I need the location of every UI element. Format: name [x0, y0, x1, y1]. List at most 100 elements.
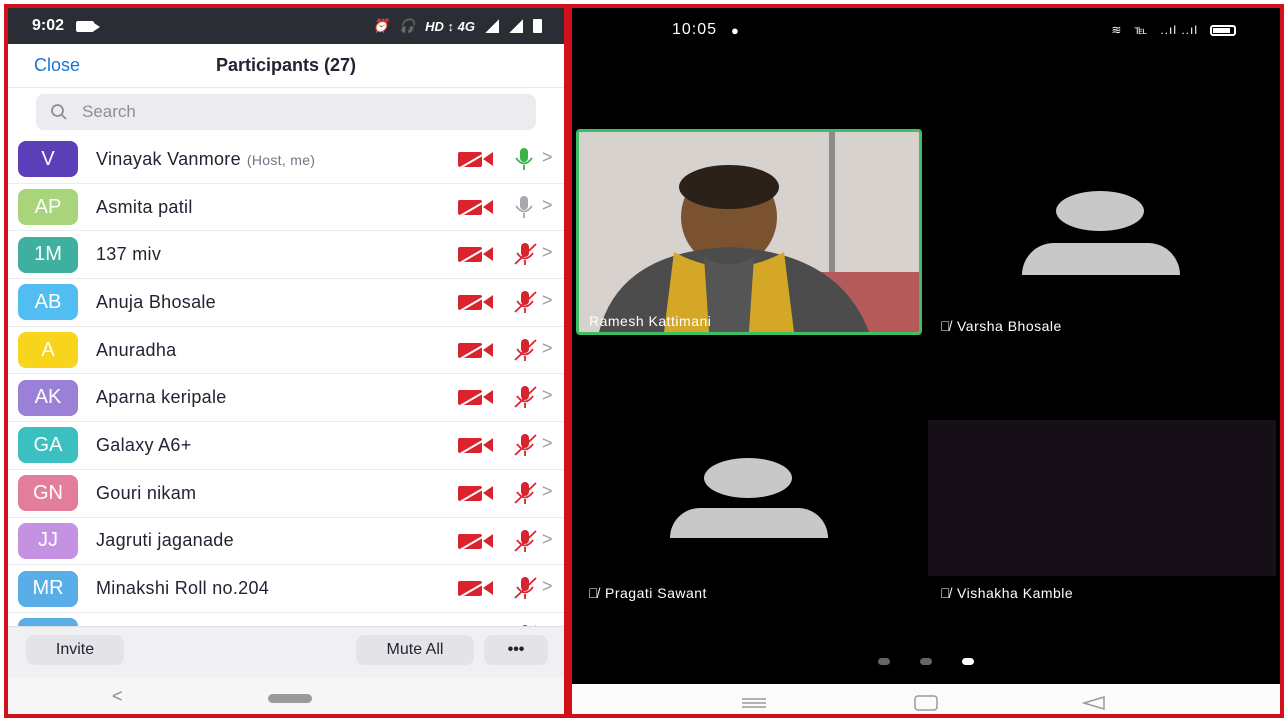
screenshot-frame: 9:02 ⏰ 🎧 HD ↕ 4G Close Participants (27) — [0, 0, 1288, 720]
status-icons-right: ≋ ℡ ..ıl ..ıl — [1111, 23, 1236, 37]
mic-muted-icon[interactable] — [513, 385, 537, 414]
participant-row[interactable]: A Anuradha > — [8, 327, 564, 375]
page-dot[interactable] — [878, 658, 890, 665]
participant-row[interactable]: JJ Jagruti jaganade > — [8, 518, 564, 566]
signal-icon-2 — [509, 19, 523, 33]
tile-name-text: Varsha Bhosale — [957, 318, 1062, 334]
back-triangle-icon[interactable] — [1081, 695, 1105, 711]
participant-row[interactable]: MR Minakshi Roll no.204 > — [8, 565, 564, 613]
avatar: V — [18, 141, 78, 178]
network-indicator: HD ↕ 4G — [425, 18, 475, 34]
back-icon[interactable]: < — [112, 686, 123, 707]
page-dot-active[interactable] — [962, 658, 974, 665]
app-notification-icon: ● — [731, 22, 740, 38]
search-container — [8, 88, 564, 136]
mic-muted-icon[interactable] — [513, 242, 537, 271]
chevron-right-icon[interactable]: > — [542, 529, 553, 550]
search-input[interactable] — [82, 102, 462, 122]
participants-phone: 9:02 ⏰ 🎧 HD ↕ 4G Close Participants (27) — [4, 4, 568, 718]
invite-button[interactable]: Invite — [26, 635, 124, 665]
status-icons: ⏰ 🎧 HD ↕ 4G — [373, 18, 542, 34]
mic-muted-icon: 🎙̸ — [588, 585, 599, 601]
video-off-icon — [458, 339, 494, 365]
video-tile-active[interactable]: Ramesh Kattimani — [576, 129, 922, 335]
participant-name-text: Galaxy A6+ — [96, 434, 192, 455]
mic-muted-icon[interactable] — [513, 529, 537, 558]
participant-row[interactable]: AP Asmita patil > — [8, 184, 564, 232]
participant-name-text: Anuja Bhosale — [96, 291, 216, 312]
participant-name: 137 miv — [96, 244, 161, 265]
mic-muted-icon: 🎙̸ — [940, 318, 951, 334]
volte-icon: ℡ — [1134, 23, 1149, 37]
more-options-button[interactable]: ••• — [484, 635, 548, 665]
mic-muted-icon[interactable] — [513, 338, 537, 367]
avatar-head — [704, 458, 792, 498]
home-icon[interactable] — [914, 695, 938, 711]
participant-row[interactable]: V Vinayak Vanmore (Host, me) > — [8, 136, 564, 184]
mic-muted-icon[interactable] — [513, 290, 537, 319]
home-pill[interactable] — [268, 694, 312, 703]
avatar: AP — [18, 189, 78, 226]
bottom-action-bar: Invite Mute All ••• — [8, 626, 564, 678]
signal-bars-icon: ..ıl ..ıl — [1160, 23, 1198, 37]
participant-row[interactable]: AK Aparna keripale > — [8, 374, 564, 423]
search-box[interactable] — [36, 94, 536, 130]
chevron-right-icon[interactable]: > — [542, 242, 553, 263]
mic-icon[interactable] — [513, 195, 535, 224]
mic-muted-icon[interactable] — [513, 433, 537, 462]
headphones-icon: 🎧 — [398, 18, 416, 33]
close-button[interactable]: Close — [34, 55, 80, 76]
participant-row[interactable]: GN Gouri nikam > — [8, 470, 564, 518]
chevron-right-icon[interactable]: > — [542, 147, 553, 168]
participant-name-text: 137 miv — [96, 244, 162, 265]
participant-row[interactable]: GA Galaxy A6+ > — [8, 422, 564, 470]
participant-row[interactable]: NPNikita Patil> — [8, 613, 564, 626]
avatar: NP — [18, 618, 78, 626]
participant-name-text: Jagruti jaganade — [96, 530, 234, 551]
video-tile-4[interactable]: 🎙̸ Vishakha Kamble — [928, 420, 1276, 604]
mic-icon[interactable] — [513, 147, 535, 176]
chevron-right-icon[interactable]: > — [542, 195, 553, 216]
tile-name-text: Pragati Sawant — [605, 585, 707, 601]
participant-name-text: Minakshi Roll no.204 — [96, 578, 270, 599]
participant-name-text: Aparna keripale — [96, 387, 227, 408]
page-indicator[interactable] — [878, 658, 974, 665]
chevron-right-icon[interactable]: > — [542, 481, 553, 502]
participant-row[interactable]: 1M 137 miv > — [8, 231, 564, 280]
dark-video-feed — [928, 420, 1276, 576]
android-nav-bar: < — [8, 678, 564, 714]
participant-name: Anuja Bhosale — [96, 292, 216, 313]
tile-name-label: 🎙̸ Varsha Bhosale — [940, 318, 1062, 334]
mic-muted-icon[interactable] — [513, 576, 537, 605]
participant-name-text: Anuradha — [96, 339, 177, 360]
participant-name: Aparna keripale — [96, 387, 227, 408]
video-off-icon — [458, 244, 494, 269]
video-off-icon — [458, 387, 494, 412]
chevron-right-icon[interactable]: > — [542, 576, 553, 597]
status-bar-right: 10:05 ● ≋ ℡ ..ıl ..ıl — [572, 8, 1280, 52]
status-bar: 9:02 ⏰ 🎧 HD ↕ 4G — [8, 8, 564, 44]
avatar-head — [1056, 191, 1144, 231]
video-tile-3[interactable]: 🎙̸ Pragati Sawant — [576, 420, 922, 604]
page-dot[interactable] — [920, 658, 932, 665]
participant-name: Jagruti jaganade — [96, 530, 234, 551]
participant-name: Gouri nikam — [96, 483, 196, 504]
chevron-right-icon[interactable]: > — [542, 290, 553, 311]
avatar: AB — [18, 284, 78, 321]
video-tile-2[interactable]: 🎙̸ Varsha Bhosale — [924, 129, 1276, 335]
tile-name-label: 🎙̸ Vishakha Kamble — [940, 585, 1073, 601]
participant-name-text: Gouri nikam — [96, 482, 197, 503]
participant-name-text: Asmita patil — [96, 196, 193, 217]
mute-all-button[interactable]: Mute All — [356, 635, 474, 665]
participant-video-image — [579, 132, 919, 332]
gallery-phone: 10:05 ● ≋ ℡ ..ıl ..ıl Ramesh Kattimani 🎙… — [568, 4, 1284, 718]
chevron-right-icon[interactable]: > — [542, 433, 553, 454]
participant-name: Minakshi Roll no.204 — [96, 578, 269, 599]
mic-muted-icon[interactable] — [513, 481, 537, 510]
participant-row[interactable]: AB Anuja Bhosale > — [8, 279, 564, 327]
wifi-icon: ≋ — [1111, 23, 1123, 37]
participant-name: Vinayak Vanmore (Host, me) — [96, 149, 315, 170]
chevron-right-icon[interactable]: > — [542, 385, 553, 406]
menu-icon[interactable] — [742, 698, 766, 708]
chevron-right-icon[interactable]: > — [542, 338, 553, 359]
